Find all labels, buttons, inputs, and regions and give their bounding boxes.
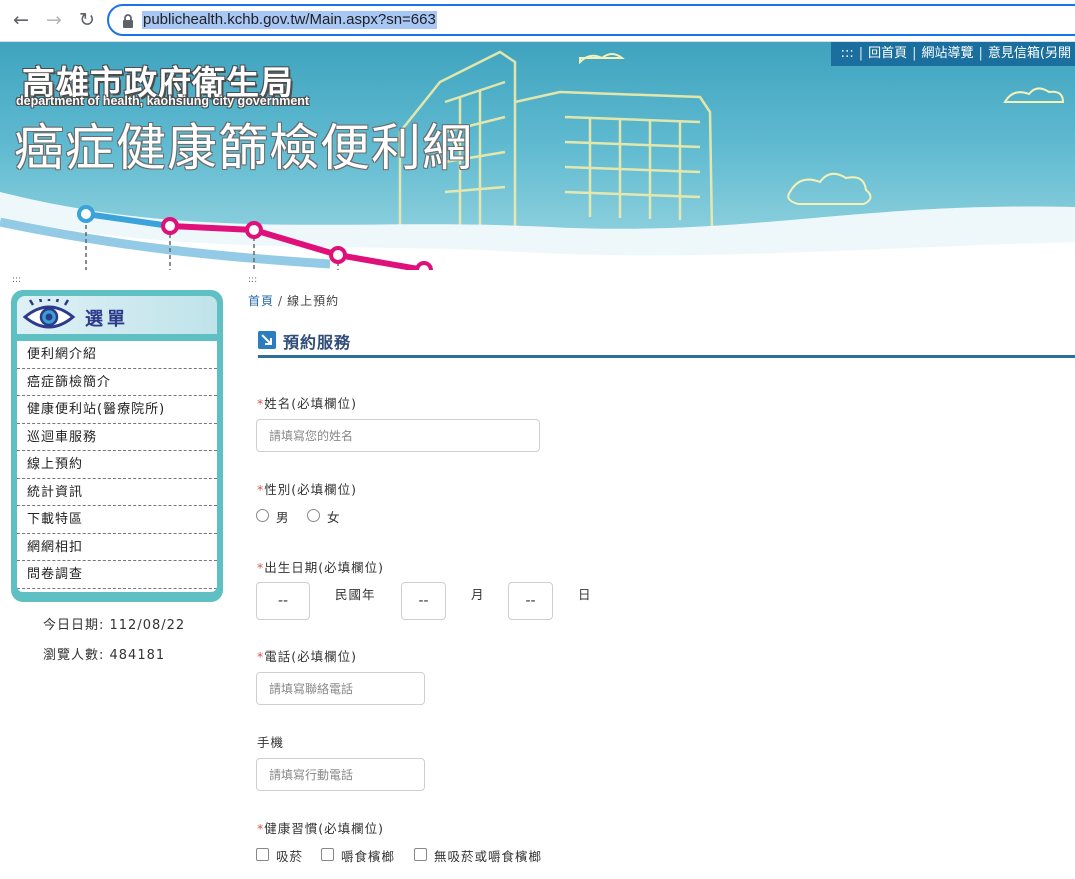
habits-label: *健康習慣(必填欄位) — [257, 818, 384, 837]
browser-toolbar: ← → ↻ publichealth.kchb.gov.tw/Main.aspx… — [0, 0, 1075, 42]
habit-betel-checkbox[interactable] — [321, 848, 334, 861]
sidebar-item-clinics[interactable]: 健康便利站(醫療院所) — [17, 396, 217, 424]
birthday-label: *出生日期(必填欄位) — [257, 557, 384, 576]
menu-list: 便利網介紹 癌症篩檢簡介 健康便利站(醫療院所) 巡迴車服務 線上預約 統計資訊… — [17, 341, 217, 592]
gender-male-radio[interactable] — [256, 509, 269, 522]
section-title: 預約服務 — [283, 333, 352, 352]
gender-female-radio[interactable] — [307, 509, 320, 522]
gender-label: *性別(必填欄位) — [257, 479, 357, 498]
name-label-text: 姓名(必填欄位) — [264, 396, 358, 411]
gender-label-text: 性別(必填欄位) — [264, 482, 358, 497]
birth-month-input[interactable] — [401, 582, 446, 620]
habit-smoking-checkbox[interactable] — [256, 848, 269, 861]
menu-header: 選單 — [17, 296, 217, 334]
arrow-left-icon: ← — [13, 8, 29, 31]
birth-day-input[interactable] — [508, 582, 553, 620]
birth-month-label: 月 — [471, 587, 485, 602]
birth-day-label: 日 — [578, 587, 592, 602]
habit-none-label[interactable]: 無吸菸或嚼食檳榔 — [434, 846, 542, 865]
habit-smoking-label[interactable]: 吸菸 — [276, 846, 303, 865]
arrow-right-icon: → — [46, 8, 62, 31]
habit-none-checkbox[interactable] — [414, 848, 427, 861]
visitor-count: 瀏覽人數: 484181 — [43, 648, 166, 663]
url-text: publichealth.kchb.gov.tw/Main.aspx?sn=66… — [142, 11, 437, 29]
forward-button[interactable]: → — [42, 8, 66, 32]
sidebar-item-intro[interactable]: 便利網介紹 — [17, 341, 217, 369]
habits-label-text: 健康習慣(必填欄位) — [264, 821, 385, 836]
breadcrumb: 首頁 / 線上預約 — [248, 292, 339, 309]
link-sitemap[interactable]: 網站導覽 — [922, 46, 974, 61]
accesskey-left[interactable]: ::: — [12, 276, 21, 285]
breadcrumb-current: 線上預約 — [287, 294, 340, 308]
sidebar-item-links[interactable]: 網網相扣 — [17, 534, 217, 561]
name-input[interactable] — [256, 419, 540, 452]
site-banner: 高雄市政府衛生局 department of health, kaohsiung… — [0, 42, 1075, 270]
eye-icon — [22, 299, 76, 329]
birthday-label-text: 出生日期(必填欄位) — [264, 560, 385, 575]
sidebar-menu: 選單 便利網介紹 癌症篩檢簡介 健康便利站(醫療院所) 巡迴車服務 線上預約 統… — [11, 290, 223, 602]
link-feedback[interactable]: 意見信箱(另開 — [988, 46, 1071, 61]
sidebar-item-mobile-van[interactable]: 巡迴車服務 — [17, 424, 217, 451]
top-links-accesskey[interactable]: ::: — [841, 46, 854, 61]
menu-title: 選單 — [85, 309, 129, 330]
section-header: 預約服務 — [258, 329, 1075, 358]
back-button[interactable]: ← — [9, 8, 33, 32]
address-bar[interactable]: publichealth.kchb.gov.tw/Main.aspx?sn=66… — [107, 4, 1075, 36]
habit-betel-label[interactable]: 嚼食檳榔 — [341, 846, 395, 865]
arrow-down-right-icon — [258, 331, 276, 349]
breadcrumb-home[interactable]: 首頁 — [248, 294, 274, 308]
phone-label: *電話(必填欄位) — [257, 646, 357, 665]
sidebar-item-screening-info[interactable]: 癌症篩檢簡介 — [17, 369, 217, 396]
link-home[interactable]: 回首頁 — [868, 46, 907, 61]
reload-icon: ↻ — [79, 8, 95, 31]
site-title: 癌症健康篩檢便利網 — [14, 119, 473, 177]
gender-male-label[interactable]: 男 — [276, 507, 290, 526]
top-links: ::: | 回首頁 | 網站導覽 | 意見信箱(另開 — [830, 42, 1075, 66]
birth-year-input[interactable] — [256, 582, 310, 620]
org-name-en: department of health, kaohsiung city gov… — [16, 94, 310, 108]
today-date: 今日日期: 112/08/22 — [43, 618, 186, 633]
sidebar-item-online-booking[interactable]: 線上預約 — [17, 451, 217, 479]
breadcrumb-separator: / — [278, 294, 284, 308]
sidebar-item-statistics[interactable]: 統計資訊 — [17, 479, 217, 506]
phone-input[interactable] — [256, 672, 425, 705]
phone-label-text: 電話(必填欄位) — [264, 649, 358, 664]
lock-icon — [123, 14, 133, 28]
birth-year-label: 民國年 — [335, 587, 376, 602]
gender-female-label[interactable]: 女 — [327, 507, 341, 526]
accesskey-main[interactable]: ::: — [248, 276, 257, 285]
sidebar-item-survey[interactable]: 問卷調查 — [17, 561, 217, 589]
reload-button[interactable]: ↻ — [75, 8, 99, 32]
sidebar-item-downloads[interactable]: 下載特區 — [17, 506, 217, 534]
mobile-input[interactable] — [256, 758, 425, 791]
name-label: *姓名(必填欄位) — [257, 393, 357, 412]
mobile-label: 手機 — [257, 735, 285, 750]
